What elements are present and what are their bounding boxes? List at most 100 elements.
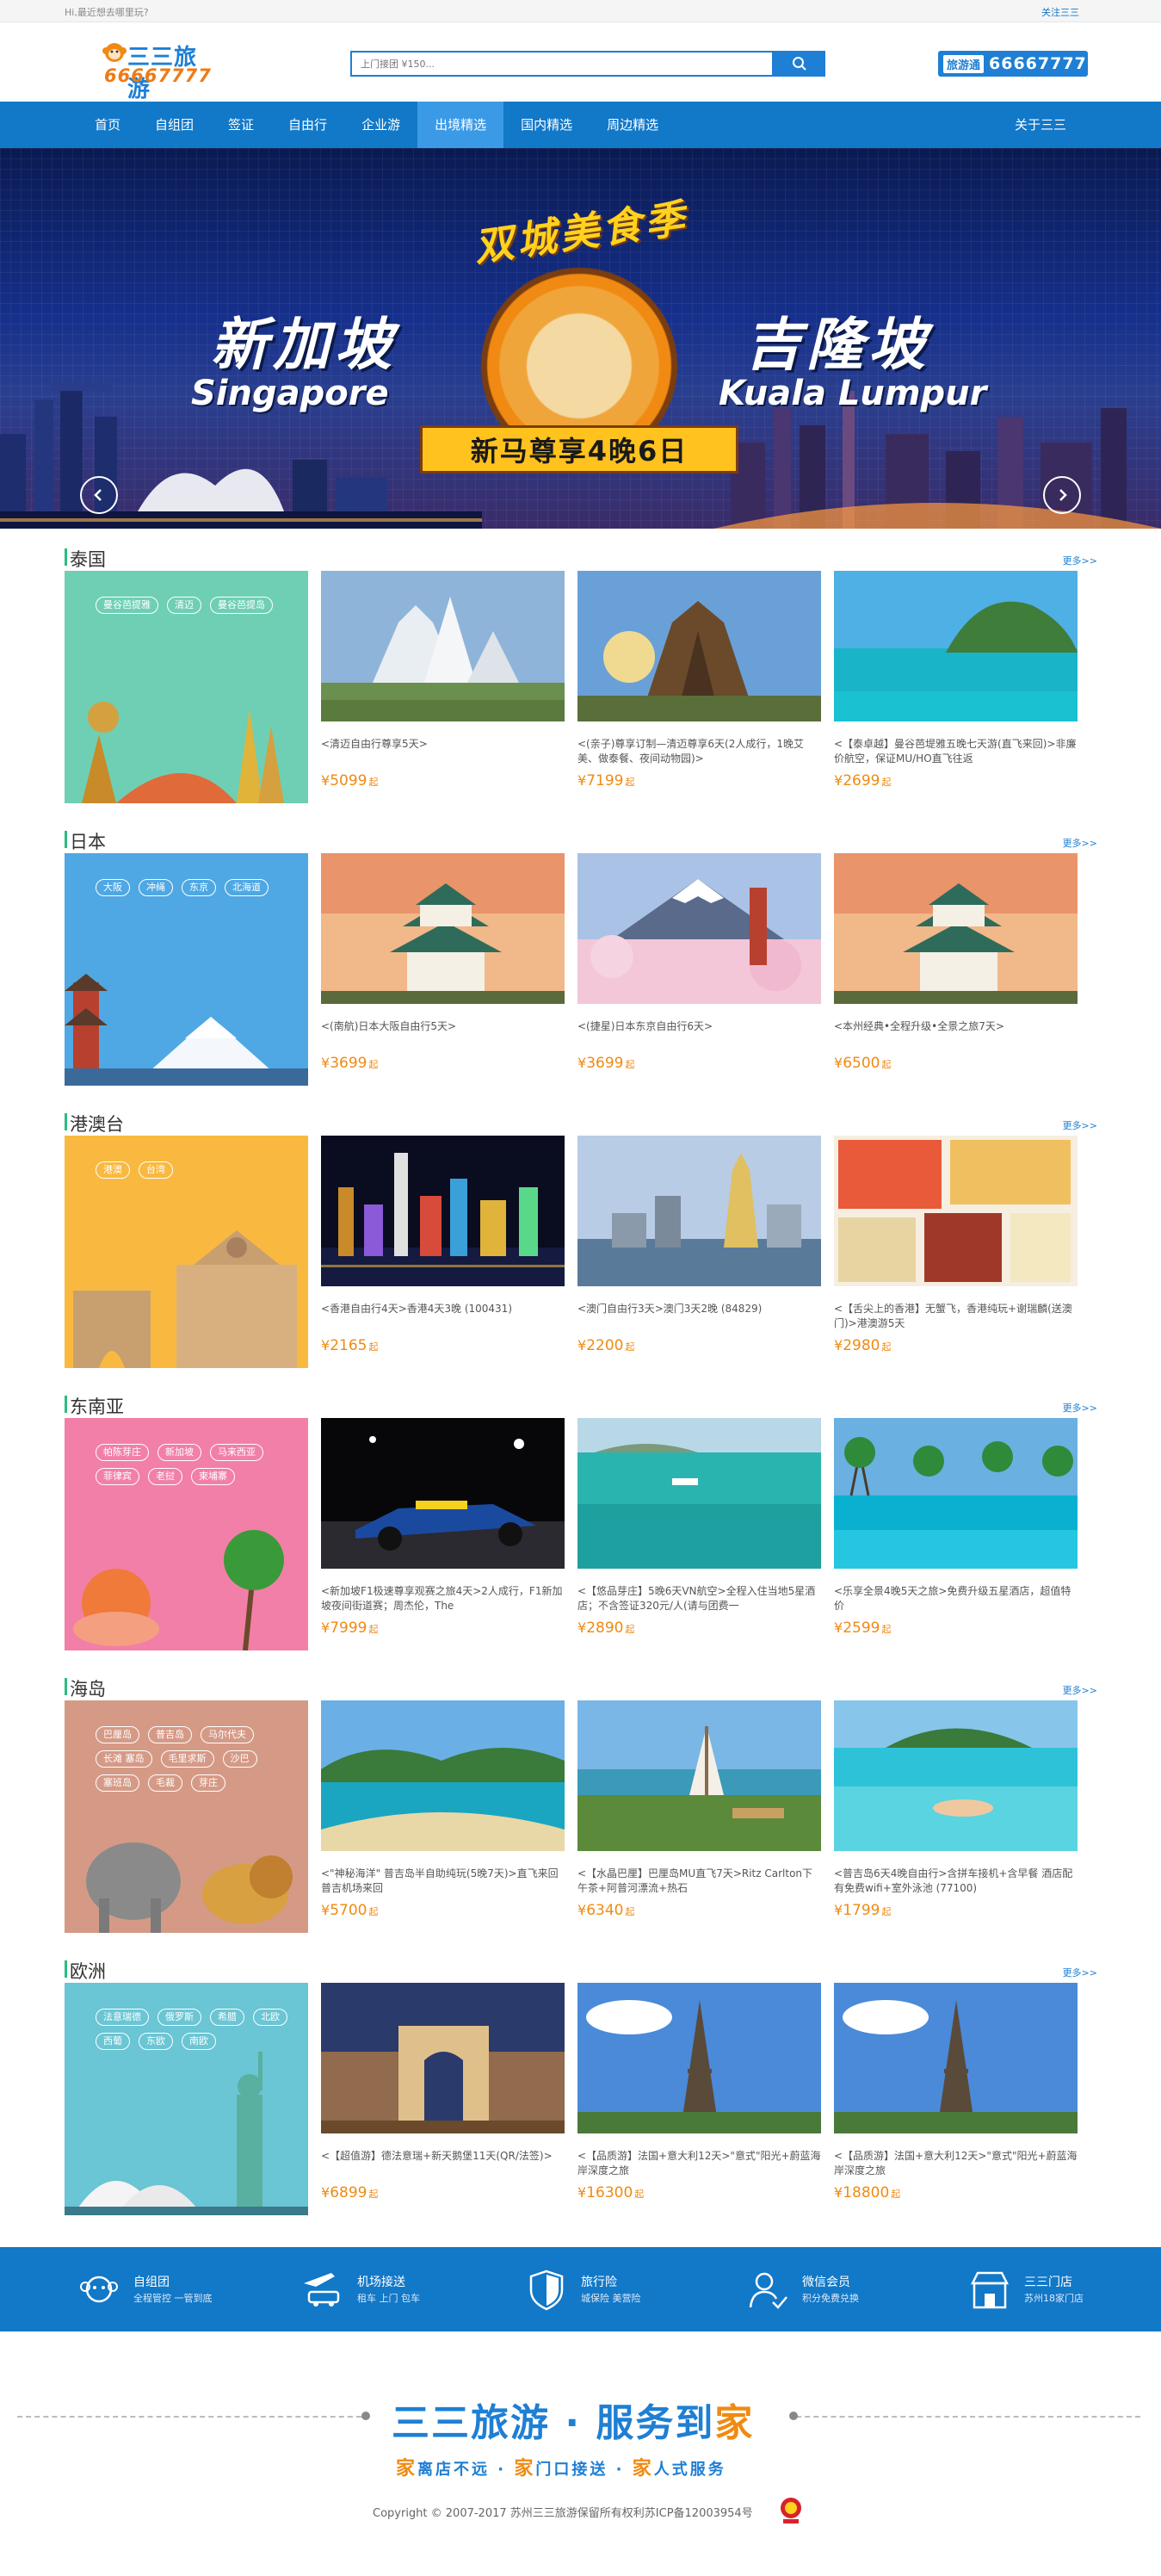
product-image[interactable] [577, 1418, 821, 1569]
product-card[interactable]: <(南航)日本大阪自由行5天> ¥3699 起 [321, 853, 565, 1086]
nav-item[interactable]: 出境精选 [417, 102, 504, 148]
promo-tag[interactable]: 曼谷芭提岛 [210, 597, 273, 614]
nav-item[interactable]: 周边精选 [590, 102, 676, 148]
promo-panel[interactable]: 港澳 台湾 [65, 1136, 308, 1368]
promo-tag[interactable]: 长滩 塞岛 [96, 1750, 152, 1768]
product-title[interactable]: <新加坡F1极速尊享观赛之旅4天>2人成行，F1新加坡夜间街道赛；周杰伦，The [321, 1584, 565, 1613]
product-card[interactable]: <清迈自由行尊享5天> ¥5099 起 [321, 571, 565, 803]
product-card[interactable]: <【品质游】法国+意大利12天>"意式"阳光+蔚蓝海岸深度之旅 ¥18800 起 [834, 1983, 1078, 2215]
promo-tag[interactable]: 港澳 [96, 1161, 130, 1179]
nav-item[interactable]: 企业游 [344, 102, 417, 148]
product-title[interactable]: <本州经典•全程升级•全景之旅7天> [834, 1019, 1078, 1049]
product-title[interactable]: <清迈自由行尊享5天> [321, 737, 565, 766]
product-image[interactable] [834, 853, 1078, 1004]
search-input[interactable] [350, 51, 774, 77]
promo-tag[interactable]: 老挝 [148, 1468, 182, 1485]
promo-panel[interactable]: 大阪 冲绳 东京 北海道 [65, 853, 308, 1086]
promo-tag[interactable]: 菲律宾 [96, 1468, 139, 1485]
product-image[interactable] [577, 1136, 821, 1286]
product-title[interactable]: <【水晶巴厘】巴厘岛MU直飞7天>Ritz Carlton下午茶+阿普河漂流+热… [577, 1867, 821, 1896]
site-logo[interactable]: 三三旅游 66667777 [102, 40, 213, 102]
product-image[interactable] [321, 1418, 565, 1569]
promo-panel[interactable]: 曼谷芭提雅 清迈 曼谷芭提岛 [65, 571, 308, 803]
product-card[interactable]: <乐享全景4晚5天之旅>免费升级五星酒店，超值特价 ¥2599 起 [834, 1418, 1078, 1650]
promo-tag[interactable]: 北欧 [253, 2009, 287, 2026]
product-title[interactable]: <(南航)日本大阪自由行5天> [321, 1019, 565, 1049]
more-link[interactable]: 更多>> [1063, 1966, 1097, 1979]
banner-next-button[interactable] [1043, 476, 1081, 514]
product-title[interactable]: <(亲子)尊享订制—清迈尊享6天(2人成行，1晚艾美、做泰餐、夜间动物园)> [577, 737, 821, 766]
product-image[interactable] [321, 1983, 565, 2133]
promo-tag[interactable]: 俄罗斯 [157, 2009, 201, 2026]
promo-tag[interactable]: 东欧 [139, 2033, 173, 2050]
product-card[interactable]: <【水晶巴厘】巴厘岛MU直飞7天>Ritz Carlton下午茶+阿普河漂流+热… [577, 1700, 821, 1933]
promo-tag[interactable]: 南欧 [182, 2033, 216, 2050]
more-link[interactable]: 更多>> [1063, 554, 1097, 567]
promo-tag[interactable]: 马来西亚 [210, 1444, 263, 1461]
product-card[interactable]: <澳门自由行3天>澳门3天2晚 (84829) ¥2200 起 [577, 1136, 821, 1368]
promo-tag[interactable]: 毛里求斯 [160, 1750, 214, 1768]
product-title[interactable]: <(捷星)日本东京自由行6天> [577, 1019, 821, 1049]
promo-tag[interactable]: 沙巴 [222, 1750, 257, 1768]
product-title[interactable]: <澳门自由行3天>澳门3天2晚 (84829) [577, 1302, 821, 1331]
promo-tag[interactable]: 冲绳 [139, 879, 173, 896]
product-title[interactable]: <【舌尖上的香港】无蟹飞，香港纯玩+谢瑞麟(送澳门)>港澳游5天 [834, 1302, 1078, 1331]
product-title[interactable]: <【超值游】德法意瑞+新天鹅堡11天(QR/法签)> [321, 2149, 565, 2178]
product-card[interactable]: <新加坡F1极速尊享观赛之旅4天>2人成行，F1新加坡夜间街道赛；周杰伦，The… [321, 1418, 565, 1650]
promo-tag[interactable]: 芽庄 [191, 1774, 225, 1792]
product-title[interactable]: <【悠品芽庄】5晚6天VN航空>全程入住当地5星酒店；不含签证320元/人(请与… [577, 1584, 821, 1613]
service-item[interactable]: 旅行险 城保险 美营险 [521, 2268, 719, 2311]
promo-tag[interactable]: 清迈 [167, 597, 201, 614]
promo-tag[interactable]: 毛裁 [148, 1774, 182, 1792]
promo-panel[interactable]: 巴厘岛 普吉岛 马尔代夫 长滩 塞岛 毛里求斯 沙巴 塞班岛 毛裁 芽庄 [65, 1700, 308, 1933]
nav-item[interactable]: 签证 [211, 102, 271, 148]
product-title[interactable]: <乐享全景4晚5天之旅>免费升级五星酒店，超值特价 [834, 1584, 1078, 1613]
product-title[interactable]: <"神秘海洋" 普吉岛半自助纯玩(5晚7天)>直飞来回 普吉机场来回 [321, 1867, 565, 1896]
promo-tag[interactable]: 塞班岛 [96, 1774, 139, 1792]
promo-tag[interactable]: 大阪 [96, 879, 130, 896]
promo-tag[interactable]: 北海道 [225, 879, 269, 896]
promo-tag[interactable]: 巴厘岛 [96, 1726, 139, 1743]
about-link[interactable]: 关于三三 [1015, 102, 1066, 148]
promo-tag[interactable]: 马尔代夫 [201, 1726, 254, 1743]
service-item[interactable]: 机场接送 租车 上门 包车 [297, 2268, 495, 2311]
product-card[interactable]: <(捷星)日本东京自由行6天> ¥3699 起 [577, 853, 821, 1086]
service-item[interactable]: 微信会员 积分免费兑换 [742, 2268, 940, 2311]
nav-item[interactable]: 自由行 [271, 102, 344, 148]
product-card[interactable]: <(亲子)尊享订制—清迈尊享6天(2人成行，1晚艾美、做泰餐、夜间动物园)> ¥… [577, 571, 821, 803]
promo-tag[interactable]: 帕陈芽庄 [96, 1444, 149, 1461]
product-image[interactable] [577, 1700, 821, 1851]
promo-panel[interactable]: 帕陈芽庄 新加坡 马来西亚菲律宾 老挝 柬埔寨 [65, 1418, 308, 1650]
product-card[interactable]: <【舌尖上的香港】无蟹飞，香港纯玩+谢瑞麟(送澳门)>港澳游5天 ¥2980 起 [834, 1136, 1078, 1368]
product-card[interactable]: <【品质游】法国+意大利12天>"意式"阳光+蔚蓝海岸深度之旅 ¥16300 起 [577, 1983, 821, 2215]
product-title[interactable]: <【泰卓越】曼谷芭堤雅五晚七天游(直飞来回)>非廉价航空，保证MU/HO直飞往返 [834, 737, 1078, 766]
product-card[interactable]: <"神秘海洋" 普吉岛半自助纯玩(5晚7天)>直飞来回 普吉机场来回 ¥5700… [321, 1700, 565, 1933]
promo-tag[interactable]: 新加坡 [157, 1444, 201, 1461]
promo-tag[interactable]: 台湾 [139, 1161, 173, 1179]
service-item[interactable]: 自组团 全程管控 一管到底 [73, 2268, 271, 2311]
nav-item[interactable]: 国内精选 [503, 102, 590, 148]
product-card[interactable]: <本州经典•全程升级•全景之旅7天> ¥6500 起 [834, 853, 1078, 1086]
product-image[interactable] [321, 571, 565, 721]
product-image[interactable] [834, 1700, 1078, 1851]
promo-tag[interactable]: 东京 [182, 879, 216, 896]
nav-item[interactable]: 首页 [77, 102, 138, 148]
product-title[interactable]: <【品质游】法国+意大利12天>"意式"阳光+蔚蓝海岸深度之旅 [834, 2149, 1078, 2178]
product-title[interactable]: <香港自由行4天>香港4天3晚 (100431) [321, 1302, 565, 1331]
police-badge-icon[interactable] [778, 2495, 804, 2524]
product-image[interactable] [834, 571, 1078, 721]
product-card[interactable]: <普吉岛6天4晚自由行>含拼车接机+含早餐 酒店配有免费wifi+室外泳池 (7… [834, 1700, 1078, 1933]
hero-banner[interactable]: 双城美食季 新加坡 Singapore 吉隆坡 Kuala Lumpur 新马尊… [0, 148, 1161, 529]
banner-prev-button[interactable] [80, 476, 118, 514]
more-link[interactable]: 更多>> [1063, 1401, 1097, 1415]
product-image[interactable] [577, 1983, 821, 2133]
product-image[interactable] [834, 1983, 1078, 2133]
product-title[interactable]: <【品质游】法国+意大利12天>"意式"阳光+蔚蓝海岸深度之旅 [577, 2149, 821, 2178]
product-image[interactable] [577, 853, 821, 1004]
product-image[interactable] [577, 571, 821, 721]
promo-tag[interactable]: 法意瑞德 [96, 2009, 149, 2026]
promo-panel[interactable]: 法意瑞德 俄罗斯 希腊 北欧 西葡 东欧 南欧 [65, 1983, 308, 2215]
product-image[interactable] [321, 1700, 565, 1851]
nav-item[interactable]: 自组团 [138, 102, 211, 148]
promo-tag[interactable]: 柬埔寨 [191, 1468, 235, 1485]
